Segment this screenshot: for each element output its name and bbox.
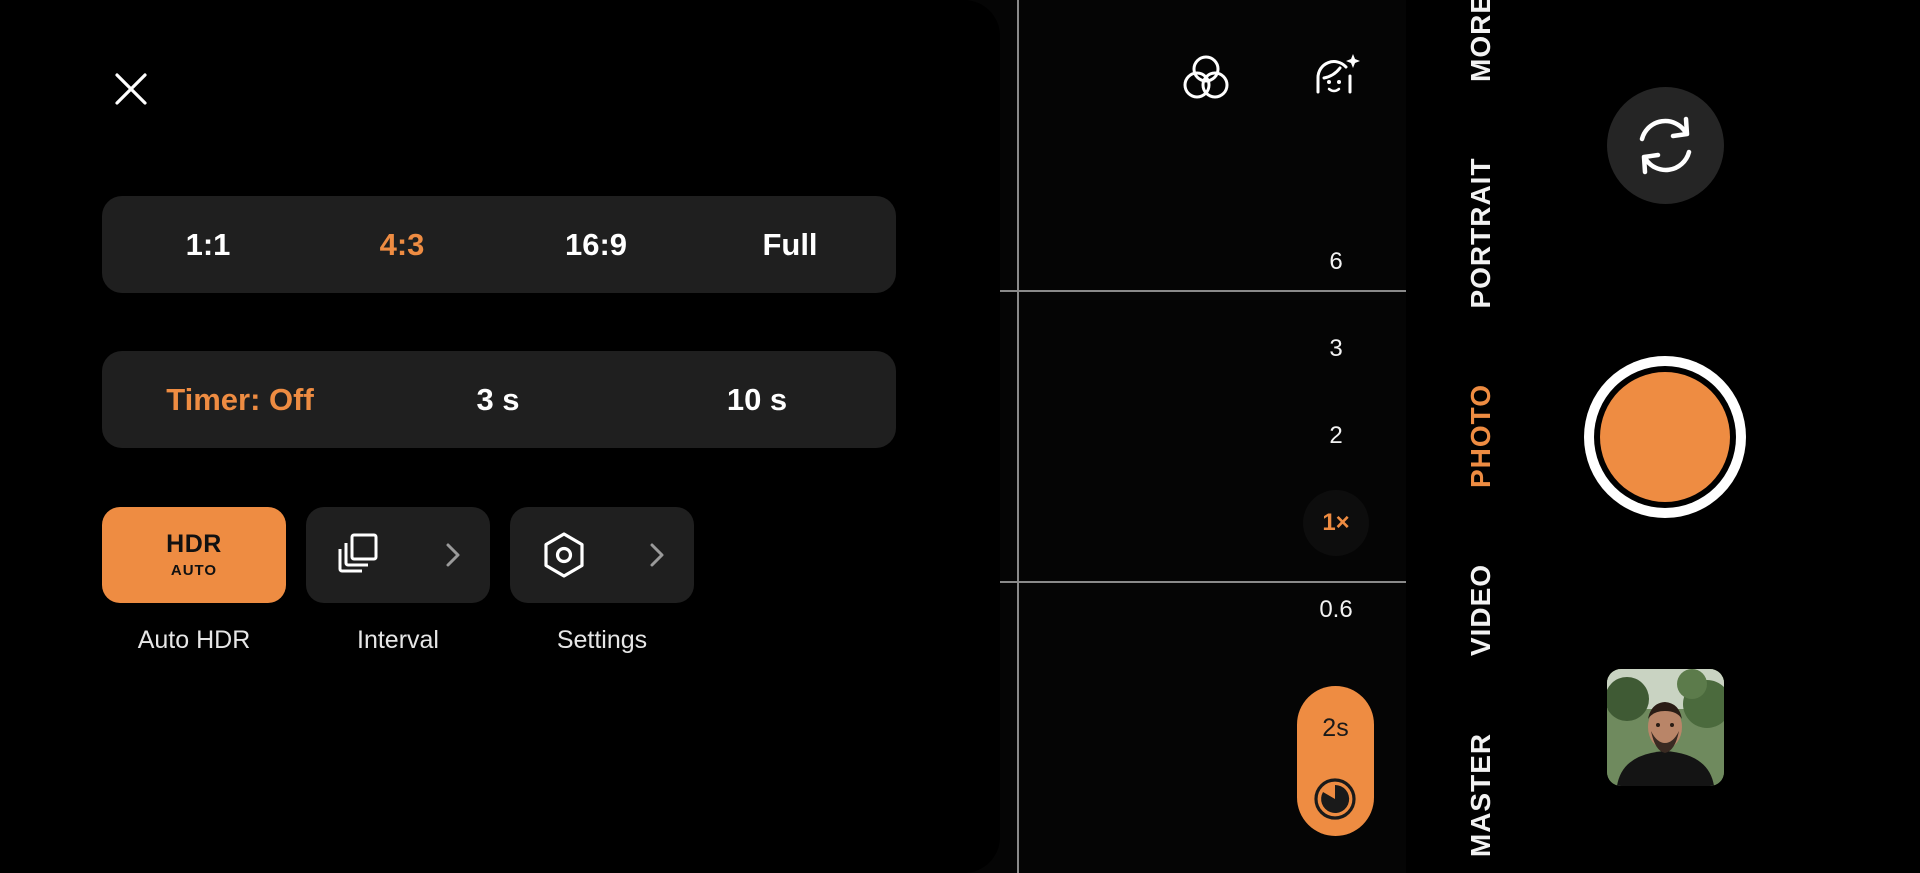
timer-pill-label: 2s: [1322, 714, 1349, 742]
chevron-right-icon: [650, 543, 664, 567]
gallery-preview-image: [1607, 669, 1724, 786]
auto-hdr-button[interactable]: HDR AUTO: [102, 507, 286, 603]
auto-hdr-label: Auto HDR: [137, 626, 251, 654]
close-icon[interactable]: [104, 62, 158, 116]
timer-pill[interactable]: 2s: [1297, 686, 1374, 836]
timer-selector: Timer: Off 3 s 10 s: [102, 351, 896, 448]
mode-photo[interactable]: PHOTO: [1465, 384, 1497, 488]
filters-icon[interactable]: [1176, 48, 1236, 108]
settings-icon: [544, 532, 584, 578]
hdr-auto-icon-text: HDR: [166, 530, 222, 558]
shutter-button[interactable]: [1584, 356, 1746, 518]
chevron-right-icon: [446, 543, 460, 567]
zoom-2x[interactable]: 2: [1303, 403, 1369, 469]
timer-10s-option[interactable]: 10 s: [727, 351, 787, 448]
interval-label: Interval: [357, 626, 439, 654]
camera-flip-icon: [1639, 116, 1692, 175]
aspect-full-option[interactable]: Full: [762, 196, 817, 293]
mode-more[interactable]: MORE: [1465, 0, 1497, 82]
aspect-1-1-option[interactable]: 1:1: [186, 196, 231, 293]
camera-flip-button[interactable]: [1607, 87, 1724, 204]
timer-off-option[interactable]: Timer: Off: [166, 351, 314, 448]
interval-button[interactable]: [306, 507, 490, 603]
zoom-6x[interactable]: 6: [1303, 229, 1369, 295]
settings-button[interactable]: [510, 507, 694, 603]
aspect-ratio-selector: 1:1 4:3 16:9 Full: [102, 196, 896, 293]
shutter-fill: [1600, 372, 1730, 502]
beauty-face-icon[interactable]: [1306, 48, 1366, 108]
interval-icon: [338, 533, 378, 573]
aspect-16-9-option[interactable]: 16:9: [565, 196, 627, 293]
zoom-0-6x[interactable]: 0.6: [1303, 577, 1369, 643]
mode-portrait[interactable]: PORTRAIT: [1465, 157, 1497, 308]
hdr-auto-icon-subtext: AUTO: [170, 562, 218, 579]
zoom-3x[interactable]: 3: [1303, 316, 1369, 382]
settings-label: Settings: [556, 626, 648, 654]
gallery-thumbnail[interactable]: [1607, 669, 1724, 786]
timer-dial-icon: [1314, 778, 1356, 820]
zoom-1x[interactable]: 1×: [1303, 490, 1369, 556]
mode-video[interactable]: VIDEO: [1465, 564, 1497, 656]
shutter-ring-gap: [1594, 366, 1736, 508]
mode-master[interactable]: MASTER: [1465, 733, 1497, 857]
grid-line-vertical: [1017, 0, 1019, 873]
aspect-4-3-option[interactable]: 4:3: [380, 196, 425, 293]
quick-settings-panel: 1:1 4:3 16:9 Full Timer: Off 3 s 10 s HD…: [0, 0, 1000, 873]
timer-3s-option[interactable]: 3 s: [476, 351, 519, 448]
